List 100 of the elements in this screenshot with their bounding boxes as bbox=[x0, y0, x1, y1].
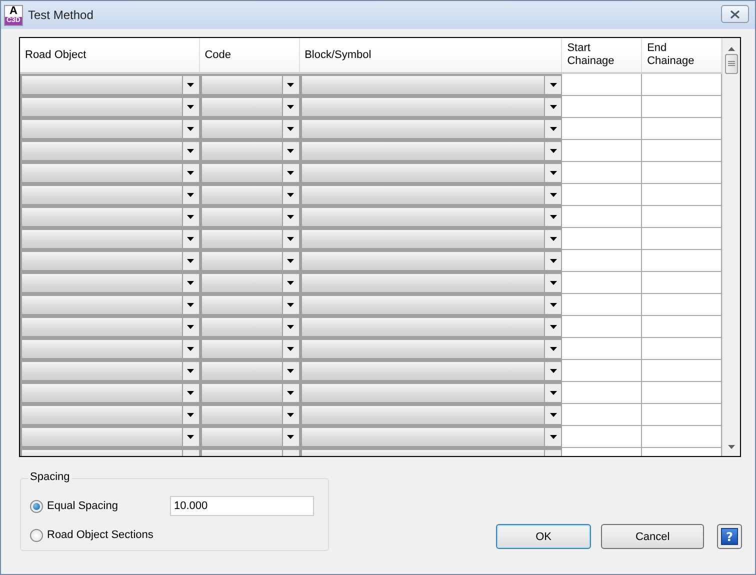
table-cell[interactable] bbox=[642, 74, 722, 96]
radio-button[interactable] bbox=[30, 500, 43, 512]
table-cell[interactable] bbox=[642, 250, 722, 272]
table-cell[interactable] bbox=[642, 426, 722, 448]
table-cell[interactable] bbox=[642, 206, 722, 228]
table-cell[interactable] bbox=[562, 404, 642, 426]
dropdown-field[interactable] bbox=[300, 316, 562, 338]
dropdown-field[interactable] bbox=[20, 96, 200, 118]
dropdown-field[interactable] bbox=[300, 338, 562, 360]
table-cell[interactable] bbox=[562, 426, 642, 448]
dropdown-field[interactable] bbox=[200, 206, 300, 228]
table-cell[interactable] bbox=[642, 96, 722, 118]
scroll-down-icon[interactable] bbox=[728, 445, 735, 449]
table-cell[interactable] bbox=[562, 206, 642, 228]
table-cell[interactable] bbox=[642, 316, 722, 338]
dropdown-field[interactable] bbox=[200, 74, 300, 96]
dropdown-field[interactable] bbox=[300, 404, 562, 426]
table-cell[interactable] bbox=[562, 250, 642, 272]
dropdown-field[interactable] bbox=[20, 162, 200, 184]
dropdown-field[interactable] bbox=[300, 426, 562, 448]
dropdown-field[interactable] bbox=[20, 184, 200, 206]
table-cell[interactable] bbox=[562, 162, 642, 184]
help-button[interactable]: ? bbox=[717, 524, 742, 549]
table-cell[interactable] bbox=[642, 184, 722, 206]
table-cell[interactable] bbox=[642, 404, 722, 426]
table-cell[interactable] bbox=[562, 360, 642, 382]
dropdown-field[interactable] bbox=[200, 228, 300, 250]
table-cell[interactable] bbox=[562, 184, 642, 206]
dropdown-field[interactable] bbox=[200, 140, 300, 162]
dropdown-field[interactable] bbox=[20, 294, 200, 316]
table-cell[interactable] bbox=[562, 272, 642, 294]
table-cell[interactable] bbox=[562, 294, 642, 316]
dropdown-field[interactable] bbox=[300, 272, 562, 294]
dropdown-field[interactable] bbox=[200, 360, 300, 382]
dropdown-field[interactable] bbox=[200, 250, 300, 272]
table-cell[interactable] bbox=[642, 140, 722, 162]
dropdown-field[interactable] bbox=[300, 118, 562, 140]
dropdown-field[interactable] bbox=[300, 360, 562, 382]
dropdown-field[interactable] bbox=[20, 206, 200, 228]
table-cell[interactable] bbox=[642, 338, 722, 360]
dropdown-field[interactable] bbox=[200, 382, 300, 404]
dropdown-field[interactable] bbox=[200, 294, 300, 316]
dropdown-field[interactable] bbox=[300, 382, 562, 404]
dropdown-field[interactable] bbox=[300, 250, 562, 272]
dropdown-field[interactable] bbox=[20, 228, 200, 250]
dropdown-field[interactable] bbox=[300, 74, 562, 96]
caret-icon bbox=[550, 347, 557, 351]
dropdown-field[interactable] bbox=[300, 184, 562, 206]
table-cell[interactable] bbox=[642, 228, 722, 250]
ok-button[interactable]: OK bbox=[496, 524, 592, 549]
table-cell[interactable] bbox=[642, 294, 722, 316]
spacing-input[interactable]: 10.000 bbox=[170, 496, 314, 516]
dropdown-field[interactable] bbox=[200, 404, 300, 426]
caret-icon bbox=[187, 259, 194, 263]
table-cell[interactable] bbox=[562, 118, 642, 140]
dropdown-field[interactable] bbox=[300, 294, 562, 316]
dropdown-field[interactable] bbox=[200, 426, 300, 448]
table-cell[interactable] bbox=[562, 74, 642, 96]
dropdown-field[interactable] bbox=[20, 338, 200, 360]
dropdown-field[interactable] bbox=[20, 360, 200, 382]
dropdown-field[interactable] bbox=[300, 140, 562, 162]
cancel-button[interactable]: Cancel bbox=[601, 524, 704, 549]
scroll-up-icon[interactable] bbox=[728, 47, 735, 51]
table-cell[interactable] bbox=[562, 338, 642, 360]
dropdown-field[interactable] bbox=[20, 272, 200, 294]
table-cell[interactable] bbox=[562, 228, 642, 250]
dropdown-field[interactable] bbox=[20, 404, 200, 426]
dropdown-field[interactable] bbox=[300, 96, 562, 118]
table-cell[interactable] bbox=[562, 316, 642, 338]
dropdown-field[interactable] bbox=[300, 228, 562, 250]
table-cell[interactable] bbox=[642, 360, 722, 382]
table-cell[interactable] bbox=[642, 272, 722, 294]
table-cell[interactable] bbox=[562, 140, 642, 162]
dropdown-field[interactable] bbox=[20, 426, 200, 448]
scroll-thumb[interactable] bbox=[725, 54, 738, 74]
dropdown-field[interactable] bbox=[20, 382, 200, 404]
table-cell[interactable] bbox=[642, 382, 722, 404]
close-button[interactable] bbox=[721, 5, 749, 23]
dropdown-field[interactable] bbox=[200, 316, 300, 338]
caret-icon bbox=[287, 215, 294, 219]
dropdown-field[interactable] bbox=[20, 74, 200, 96]
dropdown-field[interactable] bbox=[20, 250, 200, 272]
dropdown-field[interactable] bbox=[200, 272, 300, 294]
dropdown-field[interactable] bbox=[20, 118, 200, 140]
table-cell[interactable] bbox=[562, 382, 642, 404]
scrollbar[interactable] bbox=[722, 38, 740, 456]
dropdown-field[interactable] bbox=[200, 184, 300, 206]
dropdown-field[interactable] bbox=[300, 206, 562, 228]
dropdown-field[interactable] bbox=[200, 338, 300, 360]
dropdown-field[interactable] bbox=[200, 96, 300, 118]
table-cell[interactable] bbox=[642, 118, 722, 140]
dropdown-field[interactable] bbox=[20, 316, 200, 338]
radio-button[interactable] bbox=[30, 528, 43, 542]
dropdown-field[interactable] bbox=[300, 162, 562, 184]
dropdown-field[interactable] bbox=[200, 118, 300, 140]
table-cell[interactable] bbox=[642, 162, 722, 184]
caret-icon bbox=[550, 303, 557, 307]
dropdown-field[interactable] bbox=[200, 162, 300, 184]
table-cell[interactable] bbox=[562, 96, 642, 118]
dropdown-field[interactable] bbox=[20, 140, 200, 162]
